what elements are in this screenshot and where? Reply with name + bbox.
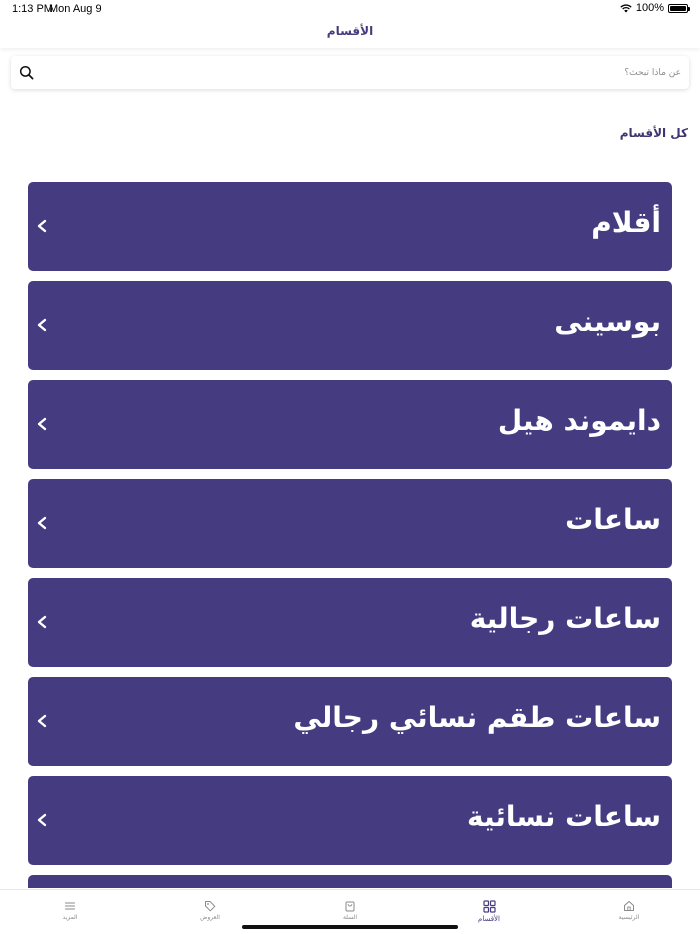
shopping-bag-icon (345, 901, 355, 912)
category-label: بوسينى (554, 305, 661, 338)
chevron-left-icon (37, 615, 47, 629)
tab-label: الرئيسية (618, 914, 640, 921)
chevron-left-icon (37, 516, 47, 530)
chevron-left-icon (37, 318, 47, 332)
grid-icon (482, 900, 496, 913)
category-label: ساعات نسائية (466, 800, 661, 833)
menu-icon (64, 902, 76, 910)
chevron-left-icon (37, 417, 47, 431)
tab-label: العروض (200, 914, 220, 921)
status-bar: 1:13 PM Mon Aug 9 100% (0, 0, 700, 18)
tag-icon (205, 901, 216, 912)
category-label: ساعات (565, 503, 661, 536)
tab-more[interactable]: المزيد (40, 900, 100, 921)
category-card[interactable]: ساعات (28, 479, 672, 568)
tab-label: السلة (342, 914, 358, 921)
navigation-bar: الأقسام (0, 18, 700, 48)
category-label: دايموند هيل (497, 404, 661, 437)
tab-bar: المزيد العروض السلة الأقسام الرئيسية (0, 889, 700, 934)
category-card[interactable]: بوسينى (28, 281, 672, 370)
section-title: كل الأقسام (619, 126, 688, 140)
category-card[interactable]: أقلام (28, 182, 672, 271)
category-card[interactable]: دايموند هيل (28, 380, 672, 469)
tab-home[interactable]: الرئيسية (599, 900, 659, 921)
tab-cart[interactable]: السلة (320, 900, 380, 921)
category-label: ساعات طقم نسائي رجالي (293, 701, 661, 734)
search-input[interactable] (81, 63, 681, 83)
search-icon[interactable] (19, 65, 34, 80)
category-card[interactable]: ساعات نسائية (28, 776, 672, 865)
category-card[interactable]: ساعات رجالية (28, 578, 672, 667)
tab-label: الأقسام (478, 915, 500, 923)
tab-offers[interactable]: العروض (180, 900, 240, 921)
page-title: الأقسام (326, 24, 374, 38)
chevron-left-icon (37, 714, 47, 728)
home-icon (624, 901, 634, 911)
status-right: 100% (620, 2, 690, 14)
category-label: ساعات رجالية (469, 602, 661, 635)
tab-label: المزيد (62, 914, 78, 921)
tab-categories[interactable]: الأقسام (459, 900, 519, 923)
battery-icon (668, 3, 690, 13)
category-list: أقلام بوسينى دايموند هيل ساعات ساعات رجا… (28, 182, 672, 888)
chevron-left-icon (37, 219, 47, 233)
chevron-left-icon (37, 813, 47, 827)
category-card[interactable]: ساعات طقم نسائي رجالي (28, 677, 672, 766)
status-time: 1:13 PM (12, 3, 53, 15)
search-bar[interactable] (11, 56, 689, 89)
home-indicator (242, 925, 458, 929)
category-label: أقلام (591, 206, 661, 239)
category-card[interactable] (28, 875, 672, 888)
wifi-icon (620, 3, 632, 12)
battery-percent: 100% (635, 2, 664, 14)
status-date: Mon Aug 9 (49, 3, 102, 15)
